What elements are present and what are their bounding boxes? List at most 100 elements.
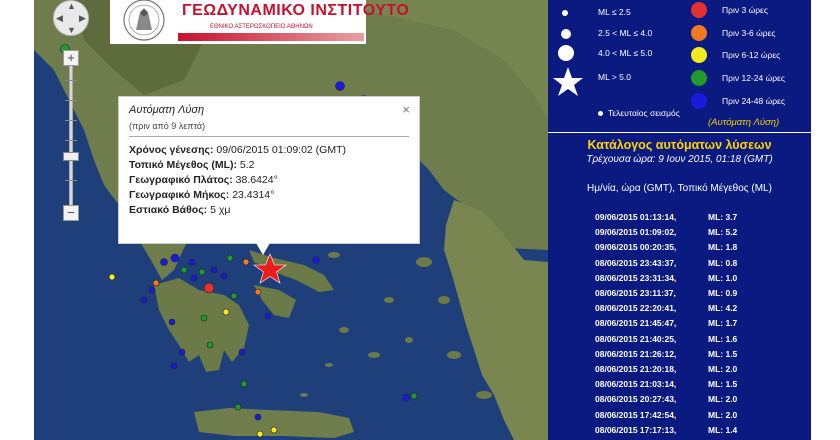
info-panel: ML ≤ 2.5 2.5 < ML ≤ 4.0 4.0 < ML ≤ 5.0 M… [548, 0, 811, 440]
magnitude-small-icon [562, 10, 568, 16]
legend-age-1: Πριν 3 ώρες [722, 5, 768, 15]
age-3-6h-icon [691, 25, 707, 41]
catalog-title: Κατάλογος αυτόματων λύσεων [587, 138, 772, 152]
zoom-out-button[interactable]: − [63, 205, 79, 221]
latest-quake-icon [598, 111, 603, 116]
legend-age-4: Πριν 12-24 ώρες [722, 73, 785, 83]
quake-marker[interactable] [206, 341, 214, 349]
catalog-row-datetime: 08/06/2015 17:17:13, [595, 424, 677, 435]
quake-marker[interactable] [264, 312, 272, 320]
catalog-row-magnitude: ML: 2.0 [708, 394, 738, 405]
quake-marker[interactable] [188, 258, 196, 266]
catalog-row[interactable]: 08/06/2015 21:20:18, ML: 2.0 [595, 364, 737, 374]
quake-marker[interactable] [335, 81, 345, 91]
catalog-row[interactable]: 08/06/2015 22:20:41, ML: 4.2 [595, 303, 737, 314]
quake-marker[interactable] [178, 348, 186, 356]
catalog-row-datetime: 08/06/2015 23:31:34, [595, 272, 677, 283]
popup-close-icon[interactable]: × [402, 102, 410, 117]
latest-quake-star[interactable] [253, 253, 287, 284]
zoom-tick [65, 140, 77, 141]
quake-marker[interactable] [152, 279, 160, 287]
catalog-row[interactable]: 08/06/2015 21:40:25, ML: 1.6 [595, 334, 737, 344]
quake-marker[interactable] [242, 258, 250, 266]
quake-marker[interactable] [230, 292, 238, 300]
zoom-in-button[interactable]: + [63, 50, 79, 66]
quake-marker[interactable] [256, 430, 264, 438]
zoom-tick [65, 120, 77, 121]
catalog-row-datetime: 08/06/2015 21:03:14, [595, 379, 677, 390]
catalog-row[interactable]: 08/06/2015 17:42:54, ML: 2.0 [595, 410, 737, 420]
catalog-row-magnitude: ML: 1.5 [708, 348, 738, 359]
quake-marker[interactable] [180, 266, 188, 274]
quake-marker[interactable] [148, 286, 156, 294]
quake-marker[interactable] [254, 288, 262, 296]
pan-right-icon[interactable]: ▶ [79, 13, 86, 24]
legend-auto-note: (Αυτόματη Λύση) [708, 117, 780, 128]
quake-marker[interactable] [234, 403, 242, 411]
age-6-12h-icon [691, 47, 707, 63]
catalog-row-magnitude: ML: 1.4 [708, 424, 738, 435]
pan-down-icon[interactable]: ▼ [67, 25, 76, 35]
quake-marker[interactable] [108, 273, 116, 281]
catalog-row[interactable]: 09/06/2015 00:20:35, ML: 1.8 [595, 242, 737, 253]
legend-mag-4: ML > 5.0 [598, 72, 631, 82]
catalog-row[interactable]: 08/06/2015 20:27:43, ML: 2.0 [595, 394, 737, 404]
age-3h-icon [691, 2, 707, 18]
quake-marker[interactable] [200, 314, 208, 322]
quake-marker[interactable] [254, 413, 262, 421]
catalog-row[interactable]: 08/06/2015 21:26:12, ML: 1.5 [595, 349, 737, 359]
institute-logo[interactable]: ΓΕΩΔΥΝΑΜΙΚΟ ΙΝΣΤΙΤΟΥΤΟ ΕΘΝΙΚΟ ΑΣΤΕΡΟΣΚΟΠ… [110, 0, 409, 44]
popup-origin-time: Χρόνος γένεσης: 09/06/2015 01:09:02 (GMT… [129, 144, 347, 156]
quake-marker[interactable] [312, 256, 320, 264]
catalog-row-datetime: 09/06/2015 00:20:35, [595, 242, 677, 253]
quake-marker[interactable] [238, 348, 246, 356]
age-12-24h-icon [691, 70, 707, 86]
pan-up-icon[interactable]: ▲ [67, 1, 76, 11]
catalog-row-magnitude: ML: 5.2 [708, 227, 738, 238]
quake-marker[interactable] [226, 254, 234, 262]
catalog-row[interactable]: 08/06/2015 23:11:37, ML: 0.9 [595, 288, 737, 298]
catalog-row-magnitude: ML: 4.2 [708, 303, 738, 314]
quake-marker[interactable] [402, 394, 410, 402]
quake-marker[interactable] [170, 253, 180, 263]
quake-marker[interactable] [270, 426, 278, 434]
catalog-row-datetime: 08/06/2015 21:45:47, [595, 318, 677, 329]
catalog-row[interactable]: 09/06/2015 01:09:02, ML: 5.2 [595, 227, 737, 237]
quake-marker[interactable] [168, 318, 176, 326]
catalog-row-datetime: 09/06/2015 01:13:14, [595, 212, 677, 222]
quake-marker[interactable] [222, 308, 230, 316]
zoom-tick [65, 100, 77, 101]
catalog-current-time: Τρέχουσα ώρα: 9 Ιουν 2015, 01:18 (GMT) [586, 154, 773, 165]
catalog-row[interactable]: 08/06/2015 21:45:47, ML: 1.7 [595, 318, 737, 329]
catalog-row-magnitude: ML: 3.7 [708, 212, 738, 222]
catalog-row[interactable]: 09/06/2015 01:13:14, ML: 3.7 [595, 212, 737, 222]
quake-marker[interactable] [190, 274, 198, 282]
catalog-row-magnitude: ML: 0.8 [708, 257, 738, 268]
map-view[interactable]: ▲ ▼ ◀ ▶ + − ΓΕΩΔΥΝΑΜΙΚΟ ΙΝΣΤΙΤΟΥΤΟ ΕΘΝΙΚ… [34, 0, 548, 440]
catalog-row-magnitude: ML: 2.0 [708, 364, 738, 374]
pan-left-icon[interactable]: ◀ [56, 13, 63, 24]
quake-marker[interactable] [140, 296, 148, 304]
catalog-row-magnitude: ML: 2.0 [708, 409, 738, 420]
catalog-row-datetime: 08/06/2015 22:20:41, [595, 303, 677, 314]
quake-marker[interactable] [410, 392, 418, 400]
quake-marker[interactable] [240, 380, 248, 388]
quake-marker[interactable] [220, 272, 228, 280]
catalog-row[interactable]: 08/06/2015 23:31:34, ML: 1.0 [595, 272, 737, 283]
legend-mag-1: ML ≤ 2.5 [598, 7, 631, 17]
zoom-slider-thumb[interactable] [63, 152, 79, 161]
catalog-row[interactable]: 08/06/2015 23:43:37, ML: 0.8 [595, 258, 737, 268]
catalog-header: Ημ/νία, ώρα (GMT), Τοπικό Μέγεθος (ML) [587, 183, 772, 194]
quake-marker[interactable] [210, 266, 218, 274]
magnitude-medium-icon [561, 29, 571, 39]
quake-marker[interactable] [198, 268, 206, 276]
quake-marker[interactable] [203, 282, 215, 294]
catalog-row-magnitude: ML: 1.8 [708, 242, 738, 253]
catalog-row[interactable]: 08/06/2015 21:03:14, ML: 1.5 [595, 379, 737, 390]
zoom-tick [65, 80, 77, 81]
quake-marker[interactable] [160, 258, 168, 266]
pan-control[interactable]: ▲ ▼ ◀ ▶ [53, 0, 89, 36]
catalog-row[interactable]: 08/06/2015 17:17:13, ML: 1.4 [595, 424, 737, 435]
quake-marker[interactable] [170, 362, 178, 370]
catalog-row-datetime: 08/06/2015 23:11:37, [595, 288, 676, 298]
